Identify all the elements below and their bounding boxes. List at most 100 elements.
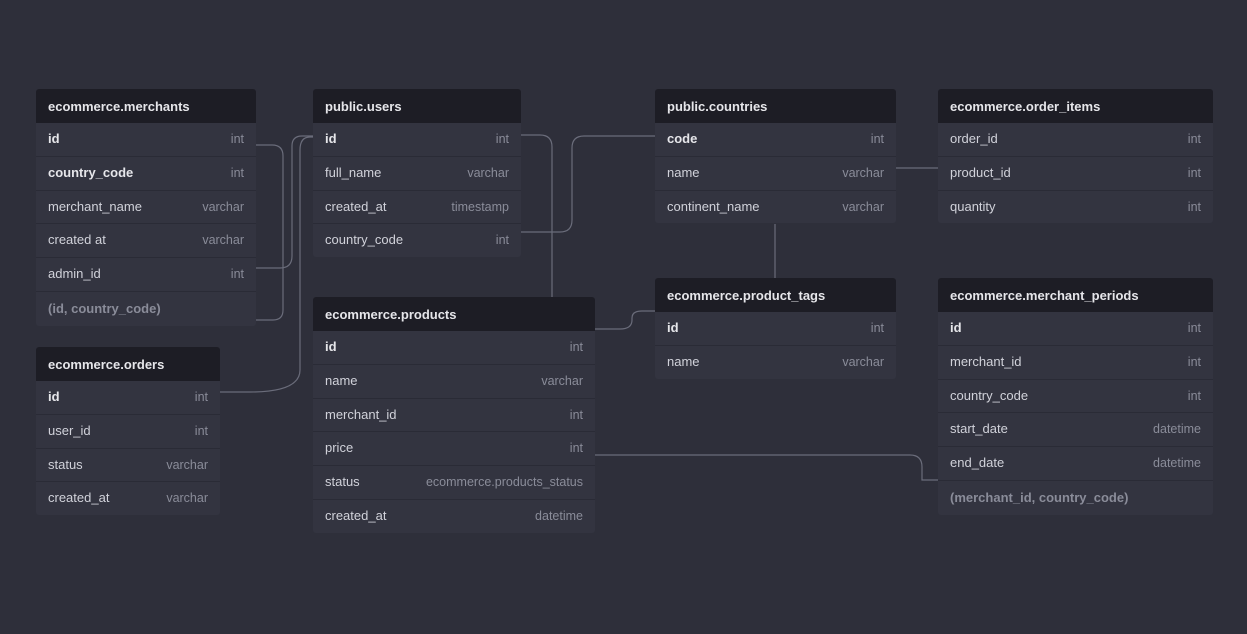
column-type: int [570,442,583,456]
table-column-row[interactable]: country_code int [938,379,1213,413]
table-column-row[interactable]: id int [313,123,521,156]
table-column-row[interactable]: idint [36,381,220,414]
table-column-row[interactable]: merchant_name varchar [36,190,256,224]
composite-key: (merchant_id, country_code) [938,480,1213,515]
table-countries[interactable]: public.countries code int name varchar conti… [655,89,896,223]
column-name: price [325,441,353,455]
column-name: full_name [325,166,381,180]
column-type: varchar [166,492,208,506]
column-name: product_id [950,166,1011,180]
table-title: ecommerce.orders [36,347,220,381]
table-column-row[interactable]: namevarchar [655,345,896,379]
table-column-row[interactable]: idint [655,312,896,345]
table-column-row[interactable]: code int [655,123,896,156]
column-name: created_at [325,509,386,523]
column-type: int [871,322,884,336]
column-name: end_date [950,456,1004,470]
table-column-row[interactable]: user_id int [36,414,220,448]
table-title: ecommerce.product_tags [655,278,896,312]
column-type: int [231,268,244,282]
column-name: created_at [48,491,109,505]
column-name: order_id [950,132,998,146]
column-type: int [195,425,208,439]
table-column-row[interactable]: id int [36,123,256,156]
table-column-row[interactable]: created at varchar [36,223,256,257]
table-column-row[interactable]: product_id int [938,156,1213,190]
table-column-row[interactable]: name varchar [655,156,896,190]
column-name: name [667,166,700,180]
table-column-row[interactable]: merchant_idint [938,345,1213,379]
table-column-row[interactable]: country_code int [313,223,521,257]
column-type: timestamp [451,201,509,215]
table-column-row[interactable]: created_at timestamp [313,190,521,224]
table-column-row[interactable]: full_namevarchar [313,156,521,190]
column-name: status [48,458,83,472]
column-name: created_at [325,200,386,214]
table-column-row[interactable]: namevarchar [313,364,595,398]
table-column-row[interactable]: price int [313,431,595,465]
column-type: int [1188,167,1201,181]
column-name: country_code [48,166,133,180]
column-name: quantity [950,200,996,214]
table-column-row[interactable]: quantity int [938,190,1213,224]
table-column-row[interactable]: country_code int [36,156,256,190]
column-name: id [325,132,337,146]
table-column-row[interactable]: created_at varchar [36,481,220,515]
column-type: int [1188,390,1201,404]
table-column-row[interactable]: status ecommerce.products_status [313,465,595,499]
column-name: country_code [325,233,403,247]
table-title: ecommerce.merchant_periods [938,278,1213,312]
column-name: user_id [48,424,91,438]
column-type: int [1188,201,1201,215]
column-type: int [496,234,509,248]
column-type: int [231,167,244,181]
table-title: public.users [313,89,521,123]
column-name: name [667,355,700,369]
table-merchants[interactable]: ecommerce.merchants idintcountry_codeint… [36,89,256,326]
column-type: int [231,133,244,147]
column-name: continent_name [667,200,760,214]
table-merchant-periods[interactable]: ecommerce.merchant_periods id int merchant… [938,278,1213,515]
column-name: status [325,475,360,489]
column-type: varchar [842,167,884,181]
column-type: varchar [202,234,244,248]
column-type: int [1188,322,1201,336]
column-name: admin_id [48,267,101,281]
table-products[interactable]: ecommerce.products idintnamevarcharmerch… [313,297,595,533]
column-type: datetime [1153,457,1201,471]
table-column-row[interactable]: end_date datetime [938,446,1213,480]
table-users[interactable]: public.users idintfull_namevarcharcreate… [313,89,521,257]
table-column-row[interactable]: status varchar [36,448,220,482]
table-title: public.countries [655,89,896,123]
table-column-row[interactable]: idint [313,331,595,364]
column-type: varchar [166,459,208,473]
column-type: int [871,133,884,147]
column-name: start_date [950,422,1008,436]
table-column-row[interactable]: merchant_idint [313,398,595,432]
table-column-row[interactable]: admin_id int [36,257,256,291]
column-type: varchar [202,201,244,215]
column-name: id [950,321,962,335]
column-name: merchant_name [48,200,142,214]
column-name: created at [48,233,106,247]
column-type: datetime [1153,423,1201,437]
table-column-row[interactable]: id int [938,312,1213,345]
table-product-tags[interactable]: ecommerce.product_tags idintnamevarchar [655,278,896,379]
column-type: int [496,133,509,147]
column-name: id [48,132,60,146]
table-orders[interactable]: ecommerce.orders idint user_id int status va… [36,347,220,515]
column-name: country_code [950,389,1028,403]
table-title: ecommerce.order_items [938,89,1213,123]
table-column-row[interactable]: start_date datetime [938,412,1213,446]
table-title: ecommerce.merchants [36,89,256,123]
column-name: code [667,132,697,146]
column-name: name [325,374,358,388]
column-name: id [325,340,337,354]
table-order-items[interactable]: ecommerce.order_items order_idintproduct… [938,89,1213,223]
table-column-row[interactable]: created_atdatetime [313,499,595,533]
table-column-row[interactable]: order_idint [938,123,1213,156]
column-type: ecommerce.products_status [426,476,583,490]
column-type: int [570,409,583,423]
column-name: id [48,390,60,404]
table-column-row[interactable]: continent_namevarchar [655,190,896,224]
